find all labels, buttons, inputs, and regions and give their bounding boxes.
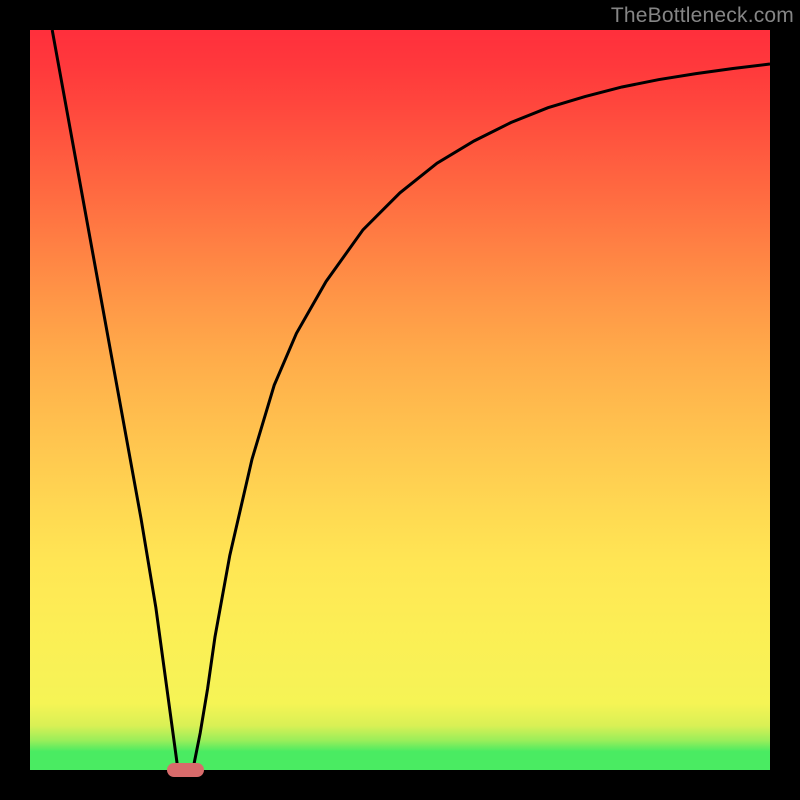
watermark-text: TheBottleneck.com (611, 4, 794, 28)
minimum-marker (167, 763, 204, 777)
bottleneck-curve (52, 30, 770, 770)
plot-area (30, 30, 770, 770)
chart-frame: TheBottleneck.com (0, 0, 800, 800)
curve-svg (30, 30, 770, 770)
